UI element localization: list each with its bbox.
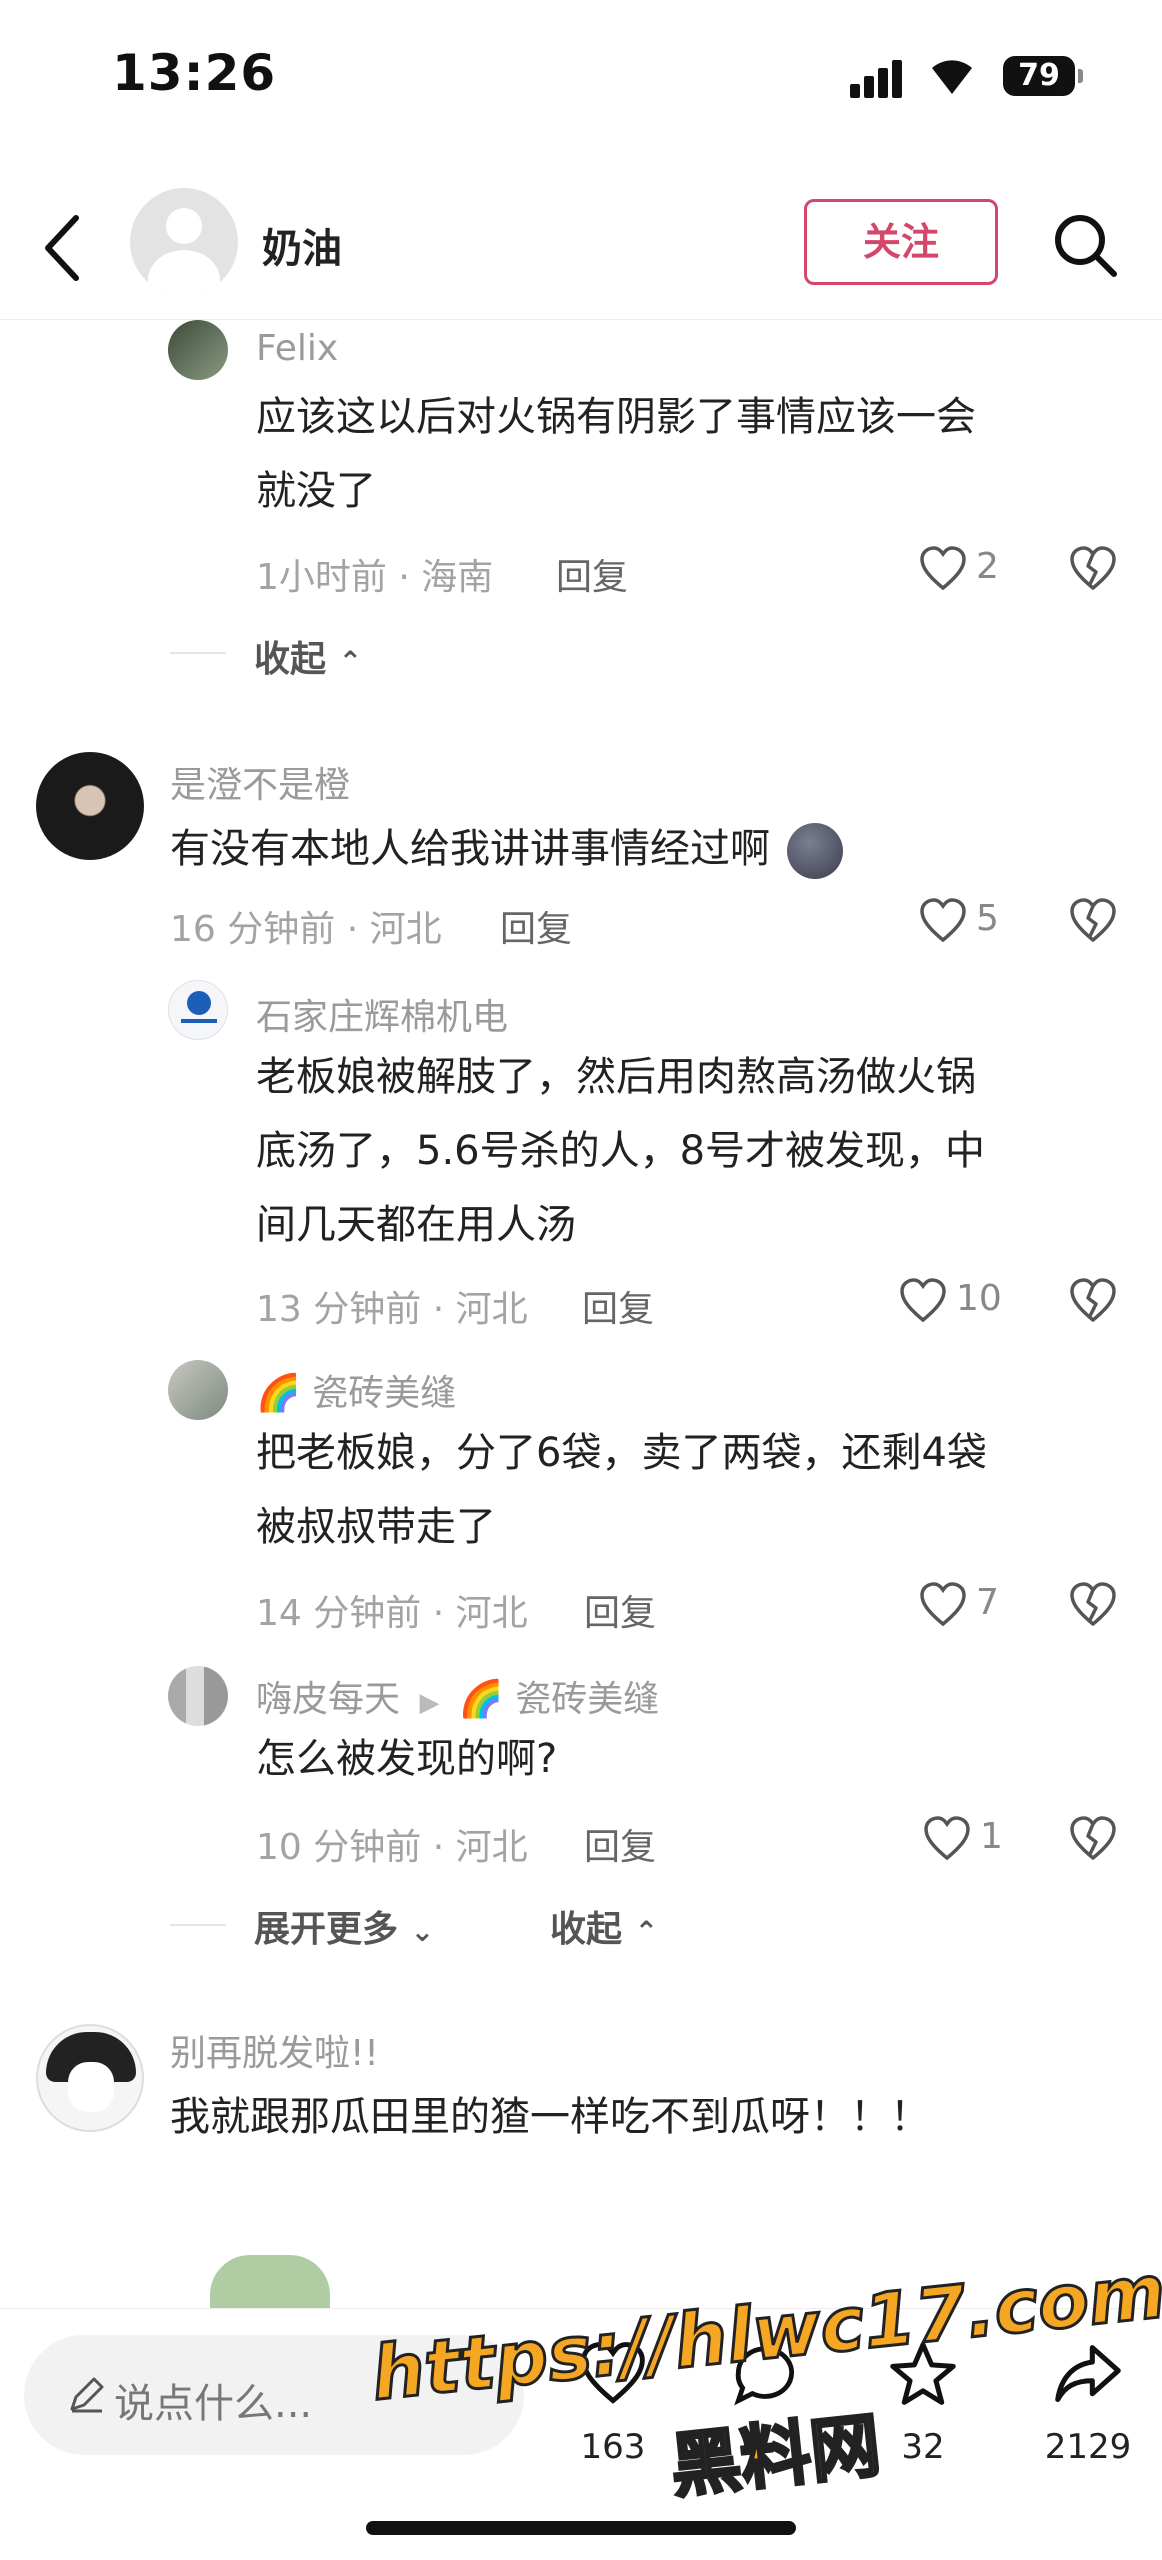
comment-username[interactable]: 是澄不是橙 [170,756,350,808]
broken-heart-icon[interactable] [1068,1276,1118,1326]
comment-text: 我就跟那瓜田里的猹一样吃不到瓜呀！！！ [170,2094,930,2140]
like-button[interactable]: 2 [918,544,1038,594]
chevron-down-icon: ⌄ [410,1915,435,1948]
comment-username[interactable]: 🌈 瓷砖美缝 [256,1364,456,1416]
heart-icon [920,546,966,591]
profile-name[interactable]: 奶油 [262,216,342,274]
divider [170,1924,226,1926]
like-button[interactable]: 1 [922,1814,1042,1864]
comment: 是澄不是橙 有没有本地人给我讲讲事情经过啊 16 分钟前 · 河北 回复 5 [0,752,1162,952]
pencil-icon [70,2377,104,2413]
battery-indicator: 79 [1003,56,1083,96]
reply-arrow-icon: ▶ [419,1688,440,1718]
rainbow-icon: 🌈 [458,1679,504,1720]
comment-meta: 10 分钟前 · 河北 [256,1827,528,1868]
input-placeholder: 说点什么... [114,2381,313,2427]
comment-reply: 🌈 瓷砖美缝 把老板娘，分了6袋，卖了两袋，还剩4袋 被叔叔带走了 14 分钟前… [0,1360,1162,1634]
comment-reply: 石家庄辉棉机电 老板娘被解肢了，然后用肉熬高汤做火锅 底汤了，5.6号杀的人，8… [0,980,1162,1330]
watermark: https://hlwc17.com 黑料网 [366,2247,1162,2509]
comment-meta: 13 分钟前 · 河北 [256,1289,528,1330]
collapse-replies-button[interactable]: 收起 ⌃ [550,1900,658,1952]
home-indicator[interactable] [366,2521,796,2535]
profile-avatar[interactable] [130,188,238,296]
broken-heart-icon[interactable] [1068,1580,1118,1630]
expand-more-button[interactable]: 展开更多 ⌄ [254,1900,434,1952]
comment-meta: 16 分钟前 · 河北 [170,909,442,950]
comment-username[interactable]: 嗨皮每天 ▶ 🌈 瓷砖美缝 [256,1670,659,1722]
like-count: 2 [976,546,999,587]
chevron-up-icon: ⌃ [338,645,363,678]
heart-icon [920,898,966,943]
reply-button[interactable]: 回复 [584,1818,656,1870]
comment-text: 有没有本地人给我讲讲事情经过啊 [170,812,1070,886]
comment-text: 把老板娘，分了6袋，卖了两袋，还剩4袋 被叔叔带走了 [256,1430,987,1550]
broken-heart-icon[interactable] [1068,896,1118,946]
cellular-signal-icon [850,58,910,98]
reply-button[interactable]: 回复 [556,548,628,600]
avatar[interactable] [36,752,144,860]
comment-meta: 1小时前 · 海南 [256,557,494,598]
comment-text: 应该这以后对火锅有阴影了事情应该一会 就没了 [256,394,976,514]
comment-username[interactable]: Felix [256,328,338,369]
like-count: 7 [976,1582,999,1623]
avatar[interactable] [36,2024,144,2132]
emoji-icon [786,823,843,879]
reply-button[interactable]: 回复 [584,1584,656,1636]
comment-text: 怎么被发现的啊? [256,1736,558,1782]
like-button[interactable]: 7 [918,1580,1038,1630]
avatar[interactable] [168,980,228,1040]
like-count: 5 [976,898,999,939]
comment: 别再脱发啦!! 我就跟那瓜田里的猹一样吃不到瓜呀！！！ [0,2024,1162,2184]
avatar[interactable] [168,320,228,380]
comment-username[interactable]: 石家庄辉棉机电 [256,988,508,1040]
wifi-icon [932,60,972,94]
partial-image [210,2255,330,2315]
broken-heart-icon[interactable] [1068,544,1118,594]
like-count: 10 [956,1278,1002,1319]
heart-icon [924,1816,970,1861]
comment-reply: Felix 应该这以后对火锅有阴影了事情应该一会 就没了 1小时前 · 海南 回… [0,320,1162,598]
comment-text: 老板娘被解肢了，然后用肉熬高汤做火锅 底汤了，5.6号杀的人，8号才被发现，中 … [256,1054,986,1248]
search-icon[interactable] [1050,210,1120,280]
comment-reply: 嗨皮每天 ▶ 🌈 瓷砖美缝 怎么被发现的啊? 10 分钟前 · 河北 回复 1 [0,1666,1162,1868]
follow-button[interactable]: 关注 [804,199,998,285]
like-button[interactable]: 10 [898,1276,1038,1326]
comment-meta: 14 分钟前 · 河北 [256,1593,528,1634]
reply-button[interactable]: 回复 [582,1280,654,1332]
like-count: 1 [980,1816,1003,1857]
avatar[interactable] [168,1666,228,1726]
like-button[interactable]: 5 [918,896,1038,946]
broken-heart-icon[interactable] [1068,1814,1118,1864]
chevron-up-icon: ⌃ [634,1915,659,1948]
rainbow-icon: 🌈 [256,1373,301,1414]
status-time: 13:26 [112,44,277,102]
back-arrow-icon[interactable] [40,208,90,288]
watermark-site: 黑料网 [665,2403,885,2510]
watermark-url: https://hlwc17.com [366,2247,1162,2419]
reply-button[interactable]: 回复 [500,900,572,952]
divider [170,652,226,654]
profile-header: 奶油 关注 [0,180,1162,320]
avatar[interactable] [168,1360,228,1420]
heart-icon [900,1278,946,1323]
heart-icon [920,1582,966,1627]
status-bar: 13:26 79 [0,0,1162,150]
comment-username[interactable]: 别再脱发啦!! [170,2024,379,2076]
collapse-replies-button[interactable]: 收起 ⌃ [254,630,362,682]
